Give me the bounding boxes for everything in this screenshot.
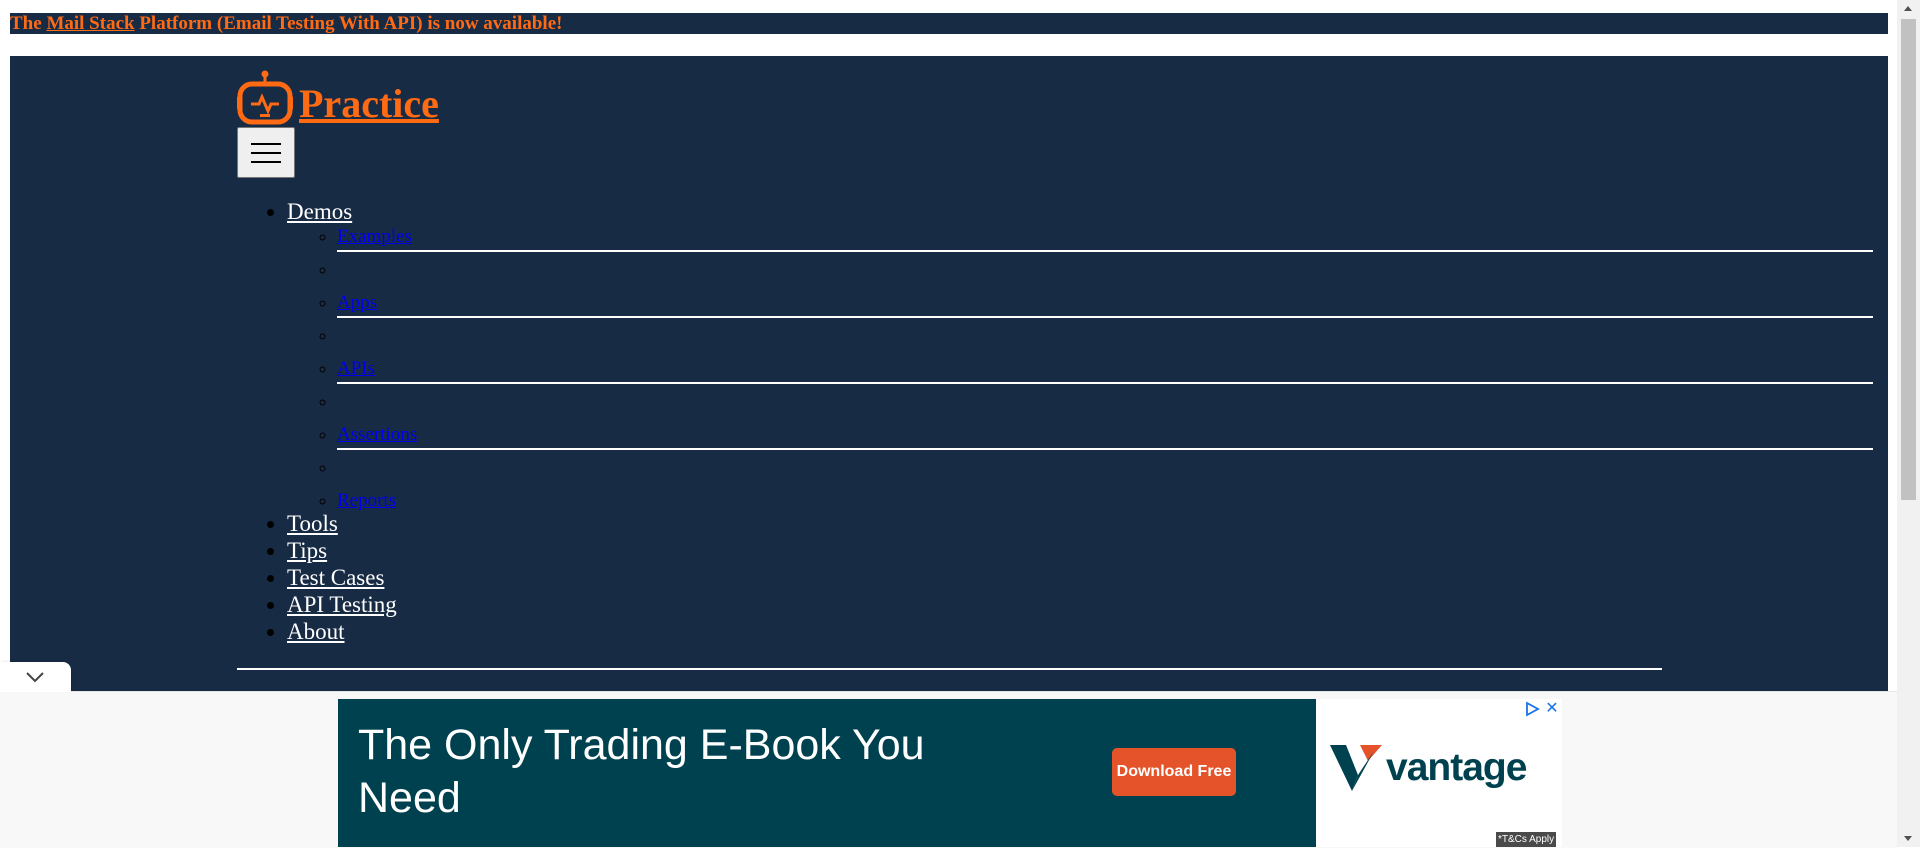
banner-ad[interactable]: The Only Trading E-Book You Need Downloa…: [338, 699, 1562, 847]
submenu-link-assertions[interactable]: Assertions: [337, 424, 417, 445]
announcement-prefix: The: [10, 13, 42, 34]
submenu-link-reports[interactable]: Reports: [337, 490, 396, 511]
ad-terms-label: *T&Cs Apply: [1496, 832, 1557, 847]
ad-creative[interactable]: The Only Trading E-Book You Need Downloa…: [338, 699, 1316, 847]
scroll-up-arrow-icon[interactable]: [1897, 0, 1920, 17]
submenu-divider: [337, 448, 1873, 489]
submenu-divider: [337, 250, 1873, 291]
site-header: Practice Demos Examples Apps APIs Assert…: [10, 56, 1888, 691]
submenu-item-examples: Examples: [337, 225, 1873, 258]
nav-link-tips[interactable]: Tips: [287, 538, 327, 563]
scroll-thumb[interactable]: [1901, 19, 1916, 500]
announcement-suffix: Platform (Email Testing With API) is now…: [139, 13, 563, 34]
announcement-bar: The Mail Stack Platform (Email Testing W…: [10, 13, 1888, 34]
ad-logo-panel: vantage: [1316, 699, 1562, 847]
ad-headline: The Only Trading E-Book You Need: [358, 721, 925, 822]
submenu-divider: [337, 382, 1873, 423]
nav-link-test-cases[interactable]: Test Cases: [287, 565, 384, 590]
adchoices-icon[interactable]: [1524, 701, 1540, 717]
nav-link-demos[interactable]: Demos: [287, 199, 352, 224]
submenu-item-apps: Apps: [337, 291, 1873, 324]
menu-toggle-button[interactable]: [237, 127, 295, 178]
submenu-link-examples[interactable]: Examples: [337, 226, 412, 247]
demos-submenu: Examples Apps APIs Assertions Reports: [287, 225, 1873, 511]
nav-link-api-testing[interactable]: API Testing: [287, 592, 397, 617]
nav-item-api-testing: API Testing: [287, 591, 1873, 618]
submenu-divider: [337, 316, 1873, 357]
page-scrollbar[interactable]: [1897, 0, 1920, 847]
brand-link[interactable]: Practice: [237, 70, 439, 126]
robot-logo-icon: [237, 70, 293, 125]
submenu-item-assertions: Assertions: [337, 423, 1873, 456]
submenu-item-reports: Reports: [337, 489, 1873, 511]
ad-brand-name: vantage: [1386, 746, 1527, 789]
submenu-link-apis[interactable]: APIs: [337, 358, 375, 379]
header-divider: [237, 668, 1662, 670]
vantage-logo: vantage: [1330, 745, 1527, 791]
vantage-v-icon: [1330, 745, 1382, 791]
nav-item-test-cases: Test Cases: [287, 564, 1873, 591]
brand-name: Practice: [299, 81, 439, 126]
nav-item-tips: Tips: [287, 537, 1873, 564]
submenu-item-apis: APIs: [337, 357, 1873, 390]
chevron-down-icon: [26, 672, 44, 683]
submenu-link-apps[interactable]: Apps: [337, 292, 377, 313]
nav-item-tools: Tools: [287, 510, 1873, 537]
hamburger-icon: [251, 136, 281, 170]
nav-link-about[interactable]: About: [287, 619, 345, 644]
ad-close-icon[interactable]: ✕: [1544, 701, 1560, 717]
nav-link-tools[interactable]: Tools: [287, 511, 338, 536]
ad-download-button[interactable]: Download Free: [1112, 748, 1236, 796]
announcement-link[interactable]: Mail Stack: [46, 13, 134, 34]
nav-item-demos: Demos Examples Apps APIs Assertions Repo…: [287, 198, 1873, 511]
main-nav: Demos Examples Apps APIs Assertions Repo…: [287, 198, 1873, 645]
ad-collapse-tab[interactable]: [0, 662, 71, 692]
scroll-down-arrow-icon[interactable]: [1897, 830, 1920, 847]
nav-item-about: About: [287, 618, 1873, 645]
